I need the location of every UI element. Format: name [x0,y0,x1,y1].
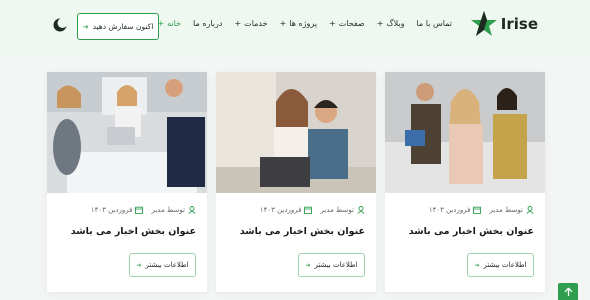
nav-label-home: خانه [167,19,182,28]
calendar-icon [135,206,144,214]
nav-item-projects[interactable]: پروژه ها + [280,19,317,28]
nav-label-projects: پروژه ها [289,19,318,28]
date-text: فروردین ۱۴۰۳ [428,206,471,214]
post-meta: توسط مدیر فروردین ۱۴۰۳ [429,206,534,214]
order-now-label: اکنون سفارش دهید [92,22,154,31]
nav-label-about: درباره ما [193,19,223,28]
nav-item-contact[interactable]: تماس با ما [416,19,452,28]
news-title[interactable]: عنوان بخش اخبار می باشد [71,226,196,237]
arrow-left-icon: ➔ [474,261,480,269]
calendar-icon [304,206,313,214]
nav-label-blog: وبلاگ [386,19,405,28]
moon-icon[interactable] [52,17,68,33]
plus-icon: + [279,18,287,28]
user-icon [357,206,365,214]
news-card[interactable]: توسط مدیر فروردین ۱۴۰۳ عنوان بخش اخبار م… [47,72,207,292]
nav-item-home[interactable]: خانه + [157,19,181,28]
nav-item-blog[interactable]: وبلاگ + [377,19,405,28]
nav-item-pages[interactable]: صفحات + [329,19,365,28]
date-meta: فروردین ۱۴۰۳ [429,206,482,214]
scroll-to-top-button[interactable] [558,283,578,300]
author-text: توسط مدیر [489,206,523,214]
news-image [385,72,545,193]
date-text: فروردین ۱۴۰۳ [259,206,302,214]
nav-item-about[interactable]: درباره ما [193,19,222,28]
author-meta: توسط مدیر [320,206,365,214]
main-nav: خانه + درباره ما خدمات + پروژه ها + صفحا… [157,19,452,28]
arrow-up-icon [564,287,572,296]
logo-text: Irise [500,15,538,33]
news-card[interactable]: توسط مدیر فروردین ۱۴۰۳ عنوان بخش اخبار م… [216,72,376,292]
nav-label-pages: صفحات [338,19,365,28]
logo[interactable]: Irise [470,10,538,38]
read-more-label: اطلاعات بیشتر [483,261,527,269]
date-meta: فروردین ۱۴۰۳ [260,206,313,214]
calendar-icon [473,206,482,214]
date-meta: فروردین ۱۴۰۳ [91,206,144,214]
news-title[interactable]: عنوان بخش اخبار می باشد [240,226,365,237]
author-meta: توسط مدیر [489,206,534,214]
read-more-button[interactable]: اطلاعات بیشتر ➔ [298,253,365,277]
nav-label-services: خدمات [244,19,268,28]
read-more-label: اطلاعات بیشتر [145,261,189,269]
post-meta: توسط مدیر فروردین ۱۴۰۳ [260,206,365,214]
order-now-button[interactable]: اکنون سفارش دهید ➔ [77,13,159,40]
author-text: توسط مدیر [320,206,354,214]
arrow-left-icon: ➔ [82,22,89,31]
read-more-button[interactable]: اطلاعات بیشتر ➔ [129,253,196,277]
author-meta: توسط مدیر [151,206,196,214]
user-icon [188,206,196,214]
read-more-label: اطلاعات بیشتر [314,261,358,269]
site-header: Irise خانه + درباره ما خدمات + پروژه ها … [0,0,590,56]
plus-icon: + [234,18,242,28]
arrow-left-icon: ➔ [136,261,142,269]
star-logo-icon [470,11,497,36]
user-icon [526,206,534,214]
post-meta: توسط مدیر فروردین ۱۴۰۳ [91,206,196,214]
nav-item-services[interactable]: خدمات + [234,19,267,28]
author-text: توسط مدیر [151,206,185,214]
nav-label-contact: تماس با ما [416,19,452,28]
plus-icon: + [329,18,336,28]
arrow-left-icon: ➔ [305,261,311,269]
news-image [47,72,207,193]
news-card[interactable]: توسط مدیر فروردین ۱۴۰۳ عنوان بخش اخبار م… [385,72,545,292]
news-title[interactable]: عنوان بخش اخبار می باشد [409,226,534,237]
date-text: فروردین ۱۴۰۳ [90,206,133,214]
read-more-button[interactable]: اطلاعات بیشتر ➔ [467,253,534,277]
news-image [216,72,376,193]
plus-icon: + [376,18,384,28]
